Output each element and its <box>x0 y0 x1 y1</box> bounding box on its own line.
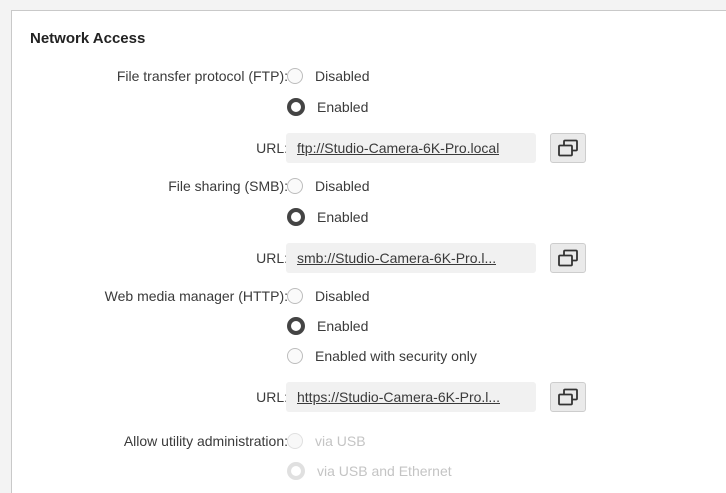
ftp-label: File transfer protocol (FTP): <box>116 68 288 84</box>
smb-url-label: URL: <box>256 250 288 266</box>
smb-url-link[interactable]: smb://Studio-Camera-6K-Pro.l... <box>297 250 496 266</box>
copy-icon <box>558 388 578 406</box>
radio-label: Disabled <box>315 288 370 304</box>
radio-unchecked-icon <box>287 433 303 449</box>
radio-checked-icon <box>287 98 305 116</box>
radio-label: Enabled <box>317 99 369 115</box>
utility-label: Allow utility administration: <box>123 433 288 449</box>
http-url-link[interactable]: https://Studio-Camera-6K-Pro.l... <box>297 389 500 405</box>
http-secure-radio[interactable]: Enabled with security only <box>287 345 477 367</box>
copy-icon <box>558 249 578 267</box>
http-disabled-radio[interactable]: Disabled <box>287 285 369 307</box>
radio-unchecked-icon <box>287 178 303 194</box>
smb-url-field[interactable]: smb://Studio-Camera-6K-Pro.l... <box>286 243 536 273</box>
radio-unchecked-icon <box>287 348 303 364</box>
ftp-enabled-radio[interactable]: Enabled <box>287 96 368 118</box>
ftp-url-link[interactable]: ftp://Studio-Camera-6K-Pro.local <box>297 140 499 156</box>
radio-checked-icon <box>287 208 305 226</box>
ftp-copy-button[interactable] <box>550 133 586 163</box>
radio-checked-icon <box>287 317 305 335</box>
radio-unchecked-icon <box>287 288 303 304</box>
smb-label: File sharing (SMB): <box>168 178 288 194</box>
radio-label: Enabled with security only <box>315 348 477 364</box>
smb-enabled-radio[interactable]: Enabled <box>287 206 368 228</box>
ftp-disabled-radio[interactable]: Disabled <box>287 65 369 87</box>
radio-label: Enabled <box>317 209 369 225</box>
http-enabled-radio[interactable]: Enabled <box>287 315 368 337</box>
radio-label: Disabled <box>315 68 370 84</box>
http-url-field[interactable]: https://Studio-Camera-6K-Pro.l... <box>286 382 536 412</box>
http-url-label: URL: <box>256 389 288 405</box>
smb-disabled-radio[interactable]: Disabled <box>287 175 369 197</box>
http-copy-button[interactable] <box>550 382 586 412</box>
ftp-url-field[interactable]: ftp://Studio-Camera-6K-Pro.local <box>286 133 536 163</box>
radio-label: via USB and Ethernet <box>317 463 452 479</box>
radio-label: Enabled <box>317 318 369 334</box>
network-access-panel: Network Access File transfer protocol (F… <box>11 10 726 493</box>
radio-label: Disabled <box>315 178 370 194</box>
utility-usb-radio: via USB <box>287 430 366 452</box>
radio-checked-icon <box>287 462 305 480</box>
smb-copy-button[interactable] <box>550 243 586 273</box>
radio-unchecked-icon <box>287 68 303 84</box>
http-label: Web media manager (HTTP): <box>104 288 288 304</box>
radio-label: via USB <box>315 433 366 449</box>
section-title: Network Access <box>30 30 146 47</box>
copy-icon <box>558 139 578 157</box>
ftp-url-label: URL: <box>256 140 288 156</box>
utility-usb-ethernet-radio: via USB and Ethernet <box>287 460 452 482</box>
